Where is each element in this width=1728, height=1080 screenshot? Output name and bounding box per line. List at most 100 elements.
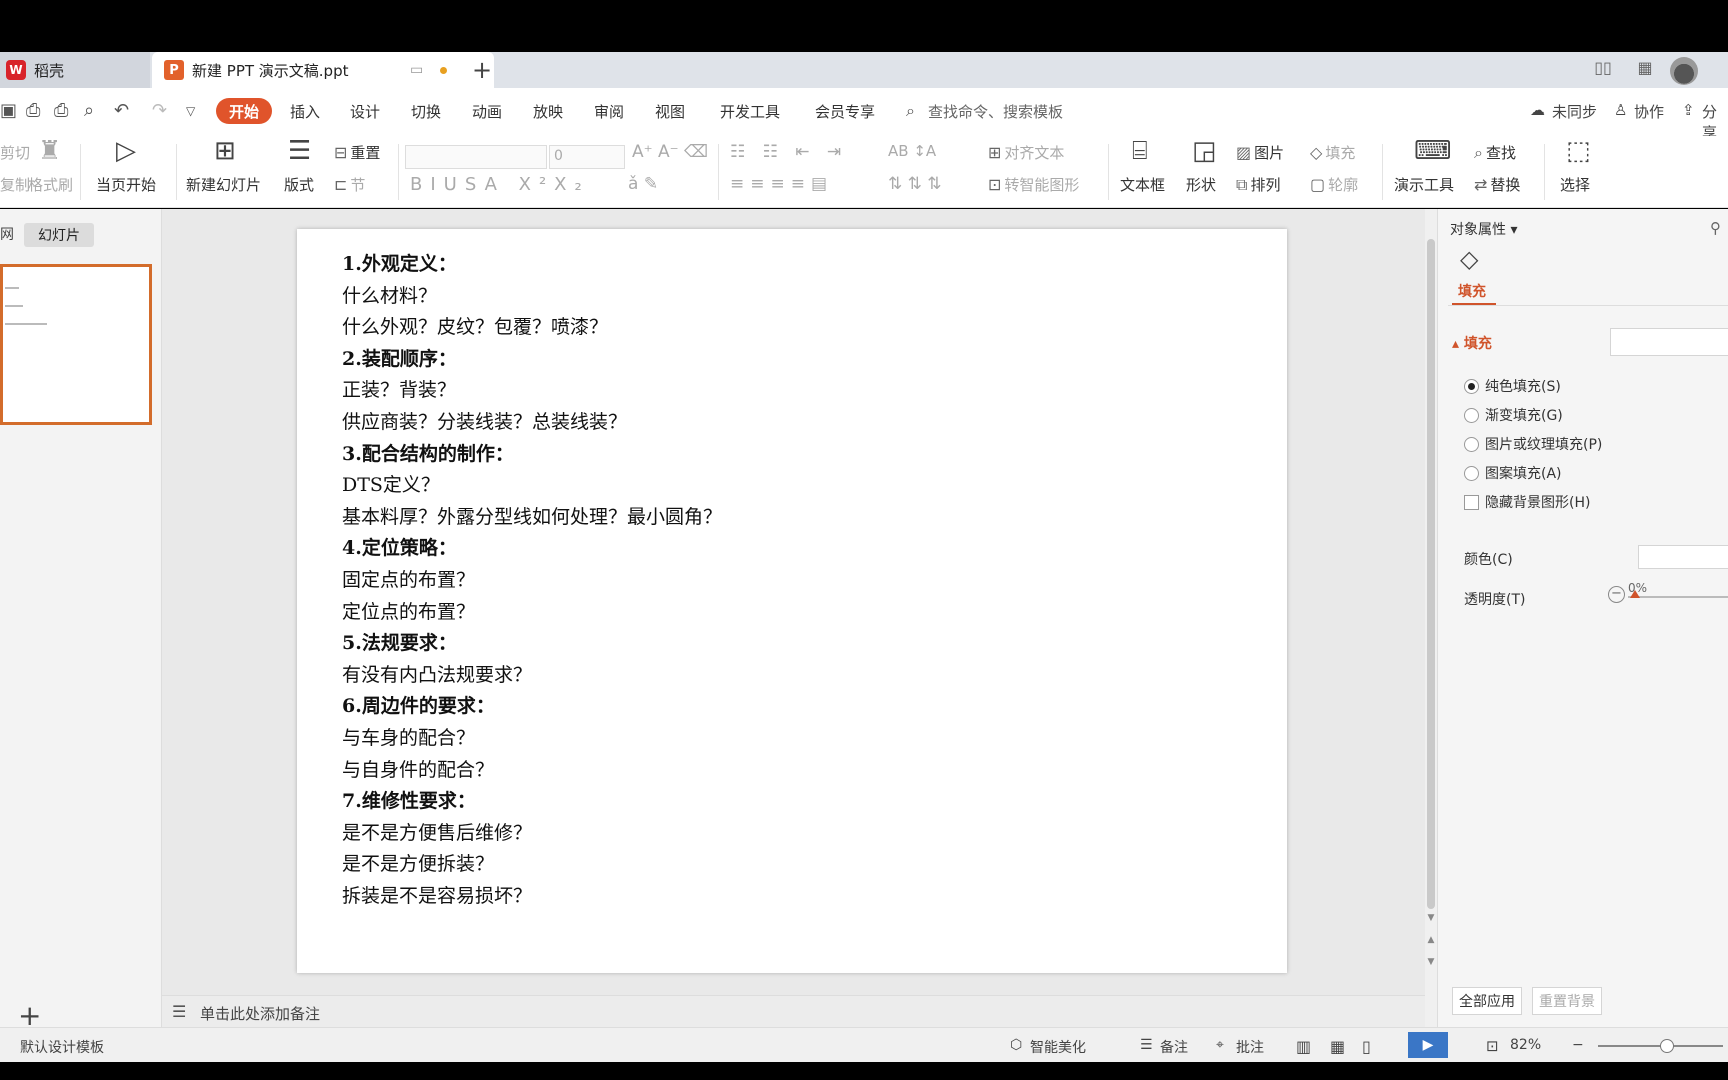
sync-status[interactable]: 未同步 bbox=[1552, 101, 1597, 122]
tab-fill[interactable]: 填充 bbox=[1458, 281, 1486, 301]
fit-window-icon[interactable]: ⊡ bbox=[1486, 1037, 1499, 1055]
collab-button[interactable]: 协作 bbox=[1634, 101, 1664, 122]
hide-background-checkbox[interactable] bbox=[1464, 494, 1479, 510]
print-preview-icon[interactable]: ⌕ bbox=[84, 100, 94, 121]
text-direction-icon[interactable]: AB ↕A bbox=[888, 142, 936, 160]
transparency-slider-knob[interactable] bbox=[1630, 590, 1640, 598]
fill-option-picture[interactable]: 图片或纹理填充(P) bbox=[1464, 434, 1602, 454]
menu-view[interactable]: 视图 bbox=[655, 101, 685, 122]
avatar[interactable] bbox=[1670, 57, 1698, 85]
customize-dropdown-icon[interactable]: ▽ bbox=[186, 104, 195, 118]
copy-button[interactable]: 复制 bbox=[0, 174, 30, 195]
font-size-select[interactable]: 0 bbox=[549, 145, 625, 169]
pin-icon[interactable]: ⚲ bbox=[1710, 219, 1721, 237]
layout-toggle-icon[interactable]: ▯▯ bbox=[1590, 58, 1616, 80]
replace-button[interactable]: ⇄ 替换 bbox=[1474, 174, 1520, 195]
command-search-input[interactable]: 查找命令、搜索模板 bbox=[928, 101, 1063, 122]
slide-sorter-icon[interactable]: ▦ bbox=[1330, 1037, 1345, 1056]
tab-outline[interactable]: 网 bbox=[0, 224, 14, 244]
menu-design[interactable]: 设计 bbox=[350, 101, 380, 122]
panel-title[interactable]: 对象属性 ▾ bbox=[1450, 219, 1517, 239]
undo-icon[interactable]: ↶ bbox=[114, 100, 129, 121]
layout-button[interactable]: 版式 bbox=[284, 174, 314, 195]
color-picker[interactable] bbox=[1638, 545, 1728, 569]
picture-button[interactable]: ▨ 图片 bbox=[1236, 142, 1284, 163]
menu-transition[interactable]: 切换 bbox=[411, 101, 441, 122]
radio-picture[interactable] bbox=[1464, 436, 1479, 452]
smart-art-button[interactable]: ⊡ 转智能图形 bbox=[988, 174, 1079, 195]
reset-button[interactable]: ⊟ 重置 bbox=[334, 142, 380, 163]
menu-insert[interactable]: 插入 bbox=[290, 101, 320, 122]
reading-view-icon[interactable]: ▯ bbox=[1362, 1037, 1371, 1056]
design-template-label[interactable]: 默认设计模板 bbox=[20, 1037, 104, 1057]
notes-pane[interactable]: ☰ 单击此处添加备注 bbox=[162, 995, 1425, 1027]
slide-1[interactable]: 1.外观定义： 什么材料？ 什么外观？皮纹？包覆？喷漆？ 2.装配顺序： 正装？背装？ 供… bbox=[297, 229, 1287, 973]
menu-member[interactable]: 会员专享 bbox=[815, 101, 875, 122]
font-name-select[interactable] bbox=[405, 145, 547, 169]
list-indent-icons[interactable]: ☷ ☷ ⇤ ⇥ bbox=[730, 142, 847, 162]
comments-button[interactable]: 批注 bbox=[1236, 1037, 1264, 1057]
menu-animation[interactable]: 动画 bbox=[472, 101, 502, 122]
zoom-level[interactable]: 82% bbox=[1510, 1037, 1541, 1053]
highlight-icon[interactable]: ǎ ✎ bbox=[628, 174, 658, 194]
next-slide-icon[interactable]: ▼ bbox=[1425, 957, 1437, 967]
apply-all-button[interactable]: 全部应用 bbox=[1452, 987, 1522, 1015]
normal-view-icon[interactable]: ▥ bbox=[1296, 1037, 1311, 1056]
zoom-slider-knob[interactable] bbox=[1660, 1039, 1674, 1053]
menu-developer[interactable]: 开发工具 bbox=[720, 101, 780, 122]
text-style-icons[interactable]: BIUSA X²X₂ bbox=[410, 174, 590, 195]
tab-daoke[interactable]: W 稻壳 bbox=[0, 52, 150, 88]
select-button[interactable]: 选择 bbox=[1560, 174, 1590, 195]
reset-background-button[interactable]: 重置背景 bbox=[1532, 987, 1602, 1015]
fill-button[interactable]: ◇ 填充 bbox=[1310, 142, 1355, 163]
radio-gradient[interactable] bbox=[1464, 407, 1479, 423]
play-from-current-button[interactable]: 当页开始 bbox=[96, 174, 156, 195]
section-button[interactable]: ⊏ 节 bbox=[334, 174, 365, 195]
notes-toggle-button[interactable]: 备注 bbox=[1160, 1037, 1188, 1057]
scrollbar-thumb[interactable] bbox=[1427, 239, 1435, 909]
notes-placeholder[interactable]: 单击此处添加备注 bbox=[200, 1003, 320, 1024]
vertical-scrollbar[interactable]: ▼ ▲ ▼ bbox=[1425, 209, 1437, 1027]
radio-pattern[interactable] bbox=[1464, 465, 1479, 481]
fill-section-header[interactable]: ▴ 填充 bbox=[1452, 333, 1492, 353]
zoom-out-icon[interactable]: − bbox=[1572, 1037, 1584, 1053]
paragraph-align-icons[interactable]: ≡≡≡≡▤ bbox=[730, 174, 833, 194]
menu-review[interactable]: 审阅 bbox=[594, 101, 624, 122]
font-grow-icon[interactable]: A⁺ A⁻ ⌫ bbox=[632, 142, 708, 162]
radio-solid[interactable] bbox=[1464, 378, 1479, 394]
fill-option-solid[interactable]: 纯色填充(S) bbox=[1464, 376, 1561, 396]
apps-grid-icon[interactable]: ▦ bbox=[1632, 58, 1658, 80]
fill-option-pattern[interactable]: 图案填充(A) bbox=[1464, 463, 1562, 483]
hide-background-option[interactable]: 隐藏背景图形(H) bbox=[1464, 492, 1590, 512]
find-button[interactable]: ⌕ 查找 bbox=[1474, 142, 1516, 163]
new-tab-button[interactable]: + bbox=[472, 56, 492, 84]
print-icon[interactable]: ⎙ bbox=[54, 100, 68, 121]
menu-start[interactable]: 开始 bbox=[216, 98, 272, 124]
monitor-icon[interactable]: ▭ bbox=[410, 62, 423, 78]
align-text-button[interactable]: ⊞ 对齐文本 bbox=[988, 142, 1064, 163]
line-spacing-icon[interactable]: ⇅ ⇅ ⇅ bbox=[888, 174, 942, 194]
scroll-down-icon[interactable]: ▼ bbox=[1425, 913, 1437, 923]
slideshow-play-button[interactable]: ▶ bbox=[1408, 1032, 1448, 1058]
save-icon[interactable]: ▣ bbox=[0, 100, 17, 121]
redo-icon[interactable]: ↷ bbox=[152, 100, 167, 121]
presentation-tools-button[interactable]: 演示工具 bbox=[1394, 174, 1454, 195]
outline-button[interactable]: ▢ 轮廓 bbox=[1310, 174, 1358, 195]
shape-button[interactable]: 形状 bbox=[1186, 174, 1216, 195]
arrange-button[interactable]: ⧉ 排列 bbox=[1236, 174, 1280, 195]
transparency-decrease-button[interactable]: − bbox=[1608, 586, 1625, 603]
slide-text-box[interactable]: 1.外观定义： 什么材料？ 什么外观？皮纹？包覆？喷漆？ 2.装配顺序： 正装？背装？ 供… bbox=[342, 249, 722, 912]
cut-button[interactable]: 剪切 bbox=[0, 142, 30, 163]
fill-type-dropdown[interactable] bbox=[1610, 328, 1728, 356]
menu-slideshow[interactable]: 放映 bbox=[533, 101, 563, 122]
transparency-slider[interactable] bbox=[1628, 596, 1728, 598]
prev-slide-icon[interactable]: ▲ bbox=[1425, 935, 1437, 945]
export-pdf-icon[interactable]: ⎙ bbox=[26, 100, 40, 121]
smart-beautify-button[interactable]: 智能美化 bbox=[1030, 1037, 1086, 1057]
fill-option-gradient[interactable]: 渐变填充(G) bbox=[1464, 405, 1563, 425]
format-painter-button[interactable]: 格式刷 bbox=[28, 174, 73, 195]
tab-slides[interactable]: 幻灯片 bbox=[24, 223, 94, 247]
textbox-button[interactable]: 文本框 bbox=[1120, 174, 1165, 195]
slide-thumbnail-1[interactable] bbox=[0, 264, 152, 425]
new-slide-button[interactable]: 新建幻灯片 bbox=[186, 174, 261, 195]
